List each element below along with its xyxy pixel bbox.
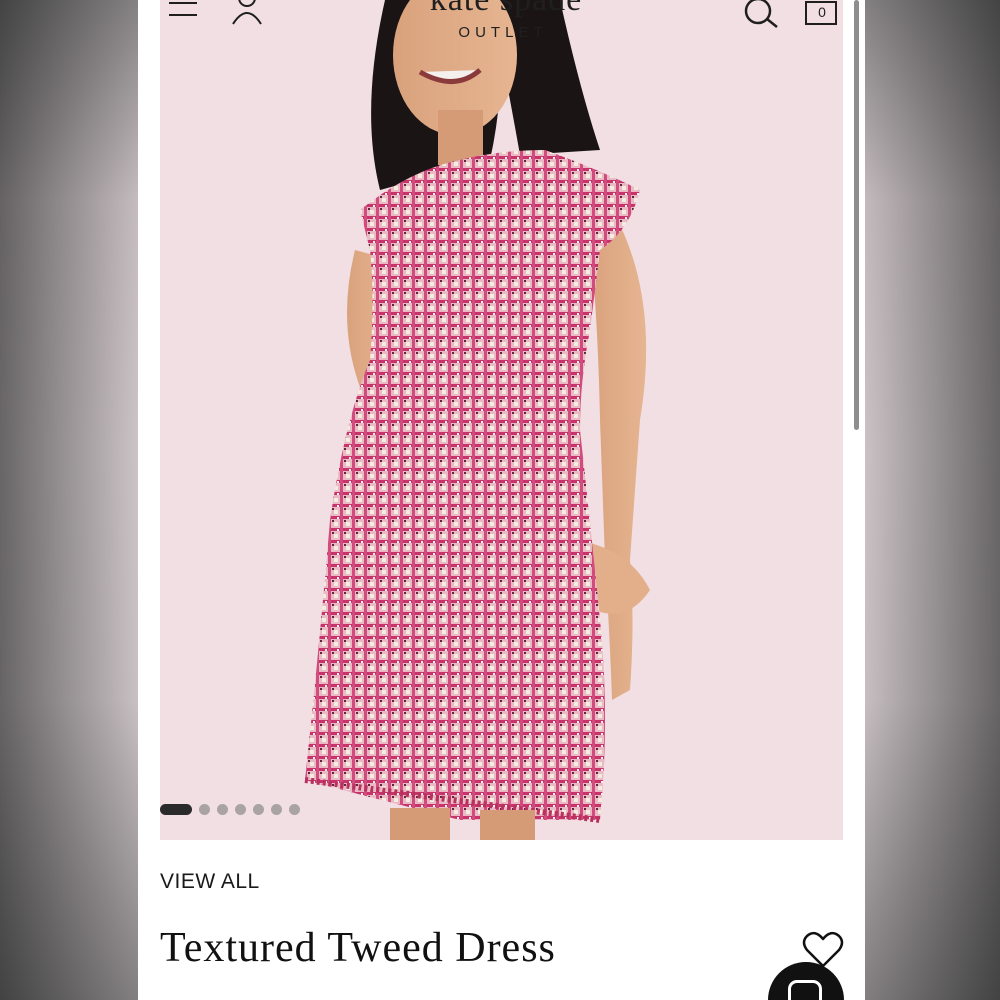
- product-photo: [304, 0, 650, 840]
- blurred-background-left: [0, 0, 138, 1000]
- brand-subtitle: OUTLET: [458, 24, 548, 41]
- carousel-dot[interactable]: [289, 803, 300, 815]
- product-title: Textured Tweed Dress: [160, 925, 556, 971]
- chat-icon: [788, 980, 822, 1000]
- carousel-dot[interactable]: [253, 803, 264, 815]
- carousel-dot[interactable]: [160, 803, 192, 815]
- blurred-background-right: [862, 0, 1000, 1000]
- carousel-dot[interactable]: [199, 803, 210, 815]
- user-icon[interactable]: [230, 0, 264, 26]
- carousel-dot[interactable]: [271, 803, 282, 815]
- carousel-pagination[interactable]: [160, 803, 300, 815]
- phone-screen: kate spade OUTLET 0 VIEW ALL Textured Tw…: [138, 0, 865, 1000]
- brand-logo[interactable]: kate spade: [376, 0, 636, 18]
- view-all-link[interactable]: VIEW ALL: [160, 870, 260, 894]
- hamburger-icon[interactable]: [169, 0, 199, 22]
- carousel-dot[interactable]: [217, 803, 228, 815]
- cart-count-badge: 0: [818, 4, 826, 20]
- scrollbar[interactable]: [854, 0, 859, 430]
- carousel-dot[interactable]: [235, 803, 246, 815]
- screenshot-stage: kate spade OUTLET 0 VIEW ALL Textured Tw…: [0, 0, 1000, 1000]
- search-icon[interactable]: [742, 0, 782, 30]
- product-image-carousel[interactable]: [160, 0, 843, 840]
